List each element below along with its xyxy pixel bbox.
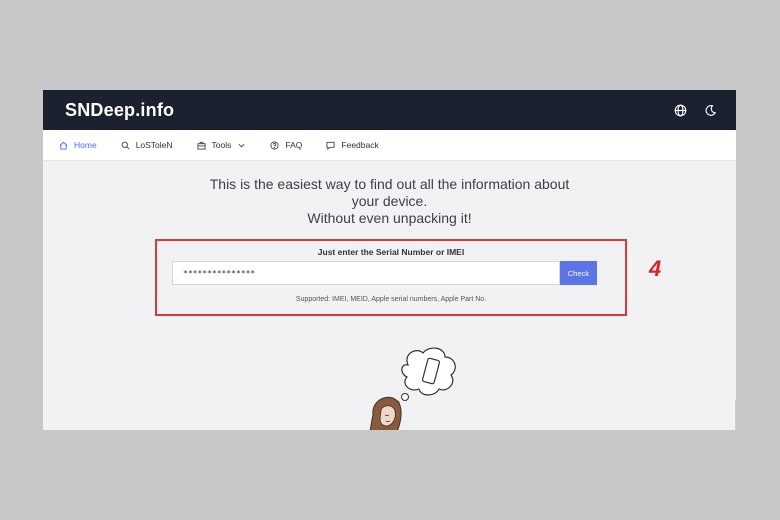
home-icon <box>59 141 68 150</box>
thinking-woman-illustration <box>369 347 456 430</box>
hero-line-1: This is the easiest way to find out all … <box>209 176 570 192</box>
supported-formats-note: Supported: IMEI, MEID, Apple serial numb… <box>295 296 487 303</box>
search-icon <box>121 141 130 149</box>
hero-line-2: your device. <box>351 193 428 209</box>
browser-page: SNDeep.info Home LoSToleN Tools FAQ Feed… <box>43 90 736 430</box>
form-title: Just enter the Serial Number or IMEI <box>317 247 465 257</box>
nav-item-lostolen[interactable]: LoSToleN <box>121 140 173 150</box>
nav-item-label: FAQ <box>285 140 303 150</box>
annotation-step-number: 4 <box>649 256 662 281</box>
nav-item-feedback[interactable]: Feedback <box>326 140 379 150</box>
nav-item-label: Tools <box>211 140 232 150</box>
nav-item-tools[interactable]: Tools <box>196 140 247 150</box>
globe-icon[interactable] <box>672 102 688 118</box>
nav-item-label: Feedback <box>341 140 379 150</box>
scrollbar-edge <box>735 400 736 430</box>
chevron-down-icon <box>238 143 245 147</box>
check-button[interactable]: Check <box>560 261 597 285</box>
toolbox-icon <box>196 141 206 150</box>
help-circle-icon <box>270 140 279 150</box>
main-nav: Home LoSToleN Tools FAQ Feedback <box>43 130 736 161</box>
top-icons <box>672 102 718 118</box>
serial-imei-input[interactable] <box>172 261 560 285</box>
nav-item-home[interactable]: Home <box>59 140 97 150</box>
nav-item-label: Home <box>74 140 97 150</box>
moon-icon[interactable] <box>702 102 718 118</box>
nav-item-label: LoSToleN <box>135 140 173 150</box>
site-logo[interactable]: SNDeep.info <box>65 100 174 121</box>
comment-icon <box>326 141 335 150</box>
hero-headline: This is the easiest way to find out all … <box>43 176 736 227</box>
nav-item-faq[interactable]: FAQ <box>270 140 302 150</box>
hero-line-3: Without even unpacking it! <box>307 210 472 226</box>
top-bar: SNDeep.info <box>43 90 736 130</box>
